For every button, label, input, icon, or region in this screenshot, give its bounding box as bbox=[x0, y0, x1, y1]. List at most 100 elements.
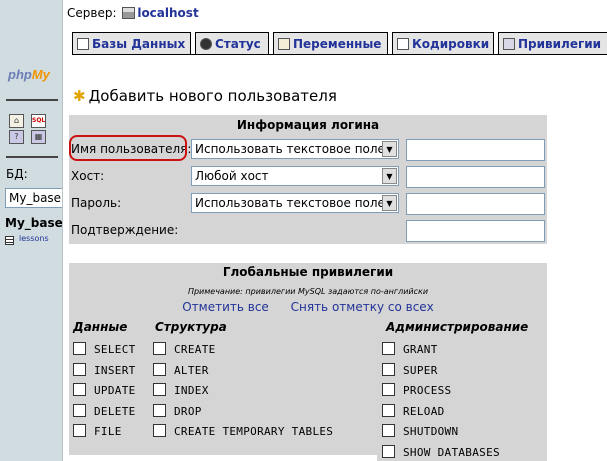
page-title: ✱ Добавить нового пользователя bbox=[73, 87, 337, 105]
username-type-select[interactable]: Использовать текстовое поле: ▼ bbox=[191, 139, 399, 159]
confirm-row: Подтверждение: bbox=[69, 218, 547, 244]
home-icon[interactable]: ⌂ bbox=[9, 114, 24, 128]
privilege-checkbox[interactable] bbox=[73, 403, 86, 417]
divider bbox=[6, 99, 58, 101]
privilege-checkbox[interactable] bbox=[153, 424, 166, 437]
privilege-checkbox[interactable] bbox=[73, 342, 86, 355]
check-all-link[interactable]: Отметить все bbox=[182, 300, 269, 314]
privilege-checkbox[interactable] bbox=[382, 342, 395, 355]
privilege-label: INSERT bbox=[94, 363, 136, 377]
privilege-checkbox[interactable] bbox=[382, 362, 395, 376]
tab-databases[interactable]: Базы Данных bbox=[72, 32, 191, 55]
table-icon[interactable] bbox=[5, 236, 14, 245]
privilege-checkbox[interactable] bbox=[382, 444, 395, 458]
privilege-label: SUPER bbox=[403, 363, 438, 377]
privilege-checkbox[interactable] bbox=[73, 362, 86, 376]
privileges-links: Отметить все Снять отметку со всех bbox=[69, 300, 547, 314]
privilege-label: SELECT bbox=[94, 343, 136, 356]
privilege-option[interactable]: CREATE TEMPORARY TABLES bbox=[153, 424, 333, 444]
privilege-label: SHUTDOWN bbox=[403, 425, 459, 438]
privilege-checkbox[interactable] bbox=[153, 383, 166, 396]
privilege-option[interactable]: UPDATE bbox=[73, 383, 136, 403]
privilege-option[interactable]: SUPER bbox=[382, 362, 438, 383]
privilege-checkbox[interactable] bbox=[73, 424, 86, 437]
privilege-checkbox[interactable] bbox=[382, 403, 395, 417]
privilege-option[interactable]: PROCESS bbox=[382, 383, 451, 403]
privilege-checkbox[interactable] bbox=[153, 403, 166, 417]
confirm-label: Подтверждение: bbox=[71, 223, 179, 237]
privilege-label: PROCESS bbox=[403, 384, 452, 397]
host-input[interactable] bbox=[406, 166, 545, 188]
database-select[interactable]: My_base bbox=[5, 188, 62, 208]
global-privileges-section: Глобальные привилегии Примечание: привил… bbox=[69, 263, 547, 461]
confirm-password-input[interactable] bbox=[406, 220, 545, 242]
privilege-checkbox[interactable] bbox=[382, 424, 395, 437]
privilege-checkbox[interactable] bbox=[153, 342, 166, 355]
privilege-checkbox[interactable] bbox=[153, 362, 166, 376]
tab-charsets[interactable]: Кодировки bbox=[392, 32, 494, 55]
password-label: Пароль: bbox=[71, 196, 122, 210]
charsets-icon bbox=[397, 38, 409, 50]
sql-query-icon[interactable]: SQL bbox=[31, 114, 46, 128]
password-row: Пароль: Использовать текстовое поле: ▼ bbox=[69, 191, 547, 217]
database-name-link[interactable]: My_base bbox=[5, 216, 62, 230]
privilege-label: INDEX bbox=[174, 384, 209, 397]
username-highlight-annotation bbox=[69, 135, 187, 161]
privilege-option[interactable]: DELETE bbox=[73, 403, 136, 424]
tab-variables[interactable]: Переменные bbox=[273, 32, 388, 55]
data-column-heading: Данные bbox=[73, 320, 128, 334]
privilege-label: RELOAD bbox=[403, 404, 445, 418]
login-info-section: Информация логина Имя пользователя: Испо… bbox=[69, 115, 547, 244]
privilege-option[interactable]: INSERT bbox=[73, 362, 136, 383]
status-icon bbox=[200, 38, 212, 50]
documentation-icon[interactable]: ? bbox=[9, 130, 24, 144]
tab-bar: Базы Данных Статус Переменные Кодировки … bbox=[72, 32, 607, 55]
password-type-select[interactable]: Использовать текстовое поле: ▼ bbox=[191, 193, 399, 213]
privilege-label: SHOW DATABASES bbox=[403, 445, 500, 459]
phpmyadmin-logo[interactable]: phpMy bbox=[8, 67, 50, 82]
chevron-down-icon: ▼ bbox=[382, 168, 397, 184]
server-breadcrumb: Сервер: localhost bbox=[67, 6, 199, 20]
new-user-icon: ✱ bbox=[73, 87, 86, 105]
main-content-frame: Сервер: localhost Базы Данных Статус Пер… bbox=[64, 0, 607, 461]
privilege-option[interactable]: FILE bbox=[73, 424, 122, 444]
privilege-option[interactable]: DROP bbox=[153, 403, 202, 424]
privilege-option[interactable]: SELECT bbox=[73, 342, 136, 362]
tab-privileges[interactable]: Привилегии bbox=[498, 32, 607, 55]
host-type-select[interactable]: Любой хост ▼ bbox=[191, 166, 399, 186]
login-info-heading: Информация логина bbox=[236, 118, 380, 132]
tab-status[interactable]: Статус bbox=[195, 32, 269, 55]
password-input[interactable] bbox=[406, 193, 545, 215]
username-input[interactable] bbox=[406, 139, 545, 161]
privilege-checkbox[interactable] bbox=[73, 383, 86, 396]
table-link[interactable]: lessons bbox=[19, 234, 49, 243]
server-host-link[interactable]: localhost bbox=[137, 6, 198, 20]
privilege-option[interactable]: SHUTDOWN bbox=[382, 424, 458, 444]
privileges-icon bbox=[503, 38, 515, 50]
divider bbox=[6, 156, 58, 158]
admin-column-heading: Администрирование bbox=[386, 320, 529, 334]
chevron-down-icon: ▼ bbox=[382, 195, 397, 211]
privileges-note: Примечание: привилегии MySQL задаются по… bbox=[187, 287, 429, 296]
privilege-label: CREATE TEMPORARY TABLES bbox=[174, 425, 334, 438]
uncheck-all-link[interactable]: Снять отметку со всех bbox=[291, 300, 434, 314]
privilege-option[interactable]: CREATE bbox=[153, 342, 216, 362]
database-label: БД: bbox=[6, 167, 28, 181]
server-label: Сервер: bbox=[67, 6, 117, 20]
privilege-label: DELETE bbox=[94, 404, 136, 418]
privilege-checkbox[interactable] bbox=[382, 383, 395, 396]
privilege-option[interactable]: RELOAD bbox=[382, 403, 445, 424]
query-window-icon[interactable]: ▦ bbox=[31, 130, 46, 144]
privilege-label: CREATE bbox=[174, 343, 216, 356]
variables-icon bbox=[278, 38, 290, 50]
privilege-label: ALTER bbox=[174, 363, 209, 377]
privilege-label: FILE bbox=[94, 425, 122, 438]
privilege-option[interactable]: INDEX bbox=[153, 383, 209, 403]
server-icon bbox=[122, 7, 136, 19]
chevron-down-icon: ▼ bbox=[382, 141, 397, 157]
privilege-option[interactable]: GRANT bbox=[382, 342, 438, 362]
privilege-label: UPDATE bbox=[94, 384, 136, 397]
host-label: Хост: bbox=[71, 169, 105, 183]
privilege-option[interactable]: SHOW DATABASES bbox=[382, 444, 500, 461]
privilege-option[interactable]: ALTER bbox=[153, 362, 209, 383]
